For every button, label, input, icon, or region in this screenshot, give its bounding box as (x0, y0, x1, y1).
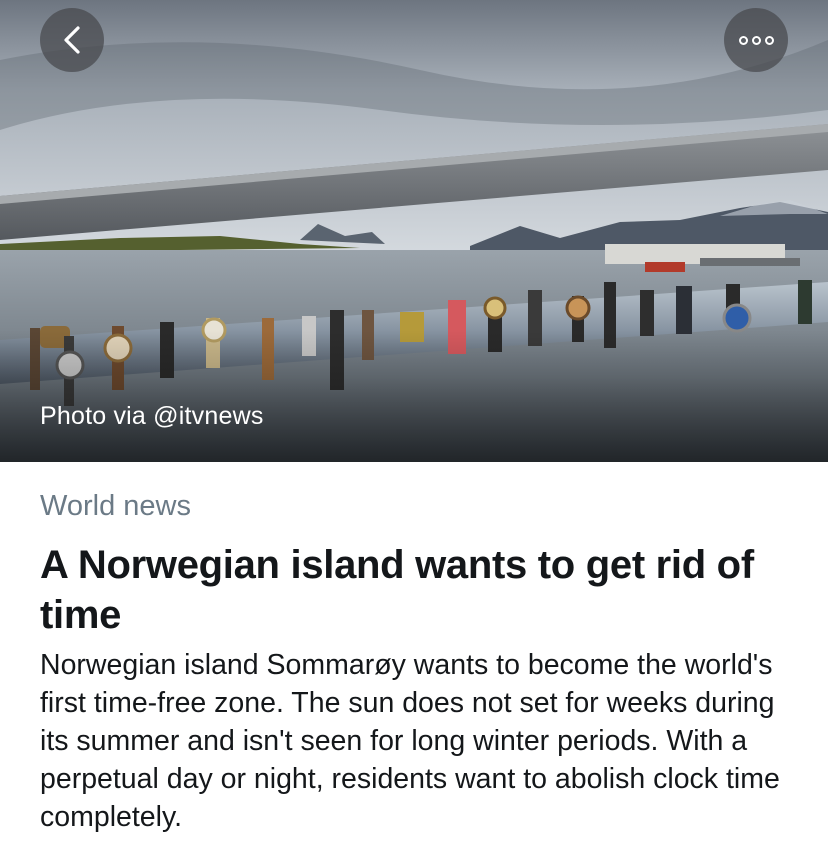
more-options-button[interactable] (724, 8, 788, 72)
chevron-left-icon (64, 26, 80, 54)
article-category: World news (40, 490, 191, 522)
article-summary: Norwegian island Sommarøy wants to becom… (40, 649, 780, 833)
photo-caption: Photo via @itvnews (40, 402, 264, 430)
article-headline[interactable]: A Norwegian island wants to get rid of t… (40, 540, 800, 640)
more-dots-icon (738, 35, 774, 45)
hero-image (0, 0, 828, 462)
hero-photo[interactable]: Photo via @itvnews (0, 0, 828, 462)
article-card[interactable]: World news A Norwegian island wants to g… (40, 488, 800, 836)
back-button[interactable] (40, 8, 104, 72)
